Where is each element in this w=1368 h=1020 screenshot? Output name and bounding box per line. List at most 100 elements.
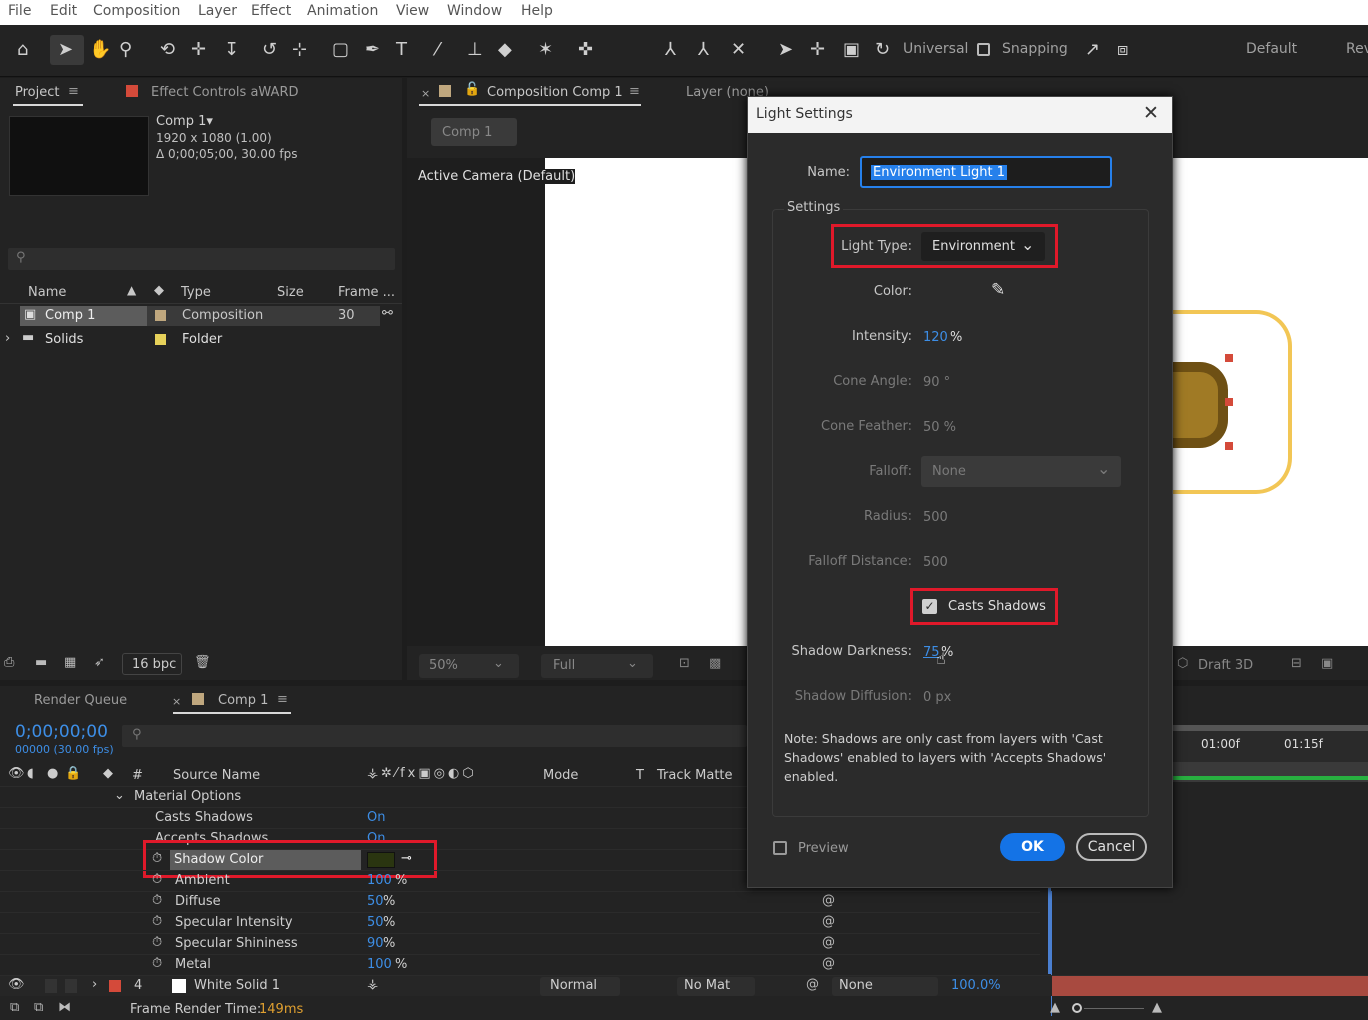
- prop-value[interactable]: 90: [367, 936, 384, 951]
- dolly-camera-icon[interactable]: ↧: [224, 38, 239, 62]
- brush-tool-icon[interactable]: ⁄: [436, 38, 439, 62]
- label-color[interactable]: [109, 980, 121, 992]
- zoom-tool-icon[interactable]: ⚲: [119, 38, 132, 62]
- hand-tool-icon[interactable]: ✋: [89, 38, 111, 62]
- lock-toggle[interactable]: [65, 979, 77, 993]
- stopwatch-icon[interactable]: ⏱: [152, 935, 162, 950]
- new-folder-icon[interactable]: ▬: [35, 655, 47, 670]
- expression-icon[interactable]: @: [822, 914, 835, 929]
- expand-arrow-icon[interactable]: ›: [92, 977, 97, 992]
- anchor-tool-icon[interactable]: ⊹: [292, 38, 307, 62]
- graph-editor-icon[interactable]: ⧓: [58, 1000, 71, 1015]
- expression-icon[interactable]: @: [822, 935, 835, 950]
- gizmo-scale-icon[interactable]: ▣: [843, 38, 860, 62]
- prop-value[interactable]: On: [367, 810, 385, 825]
- snapping-label[interactable]: Snapping: [1002, 41, 1068, 57]
- cancel-button[interactable]: Cancel: [1076, 833, 1147, 861]
- rectangle-tool-icon[interactable]: ▢: [332, 38, 349, 62]
- menu-animation[interactable]: Animation: [307, 3, 378, 19]
- stretch-value[interactable]: 100.0%: [951, 978, 1001, 993]
- flowchart-icon[interactable]: ⚯: [382, 306, 393, 321]
- layer-row-white-solid[interactable]: 👁 › 4 White Solid 1 ⚶ Normal No Mat @ No…: [0, 975, 1368, 996]
- pen-tool-icon[interactable]: ✒: [365, 38, 380, 62]
- close-tab-icon[interactable]: ×: [421, 87, 430, 100]
- prop-value[interactable]: 100: [367, 873, 392, 888]
- menu-edit[interactable]: Edit: [50, 3, 77, 19]
- col-source-name[interactable]: Source Name: [173, 768, 260, 783]
- col-mode[interactable]: Mode: [543, 768, 578, 783]
- axis-view-icon[interactable]: ✕: [731, 38, 746, 62]
- lock-icon[interactable]: 🔒: [65, 766, 81, 781]
- label-color[interactable]: [155, 310, 166, 321]
- project-item-solids[interactable]: › ▬ Solids Folder: [0, 330, 380, 351]
- selection-tool-icon[interactable]: ➤: [58, 38, 73, 62]
- visibility-icon[interactable]: 👁: [8, 977, 25, 992]
- col-name[interactable]: Name: [28, 285, 66, 300]
- label-tag-icon[interactable]: ◆: [154, 283, 164, 298]
- intensity-value[interactable]: 120: [923, 330, 948, 345]
- draft-3d-icon[interactable]: ⬡: [1177, 656, 1188, 671]
- project-search-input[interactable]: [8, 248, 395, 270]
- panel-menu-icon[interactable]: ≡: [629, 84, 640, 99]
- visibility-icon[interactable]: 👁: [8, 766, 25, 781]
- home-icon[interactable]: ⌂: [17, 38, 28, 62]
- snapping-checkbox[interactable]: [977, 43, 990, 56]
- handle-top[interactable]: [1225, 354, 1233, 362]
- tab-comp[interactable]: Comp 1: [218, 693, 268, 708]
- shy-switch-icon[interactable]: ⚶: [367, 977, 378, 992]
- menu-help[interactable]: Help: [521, 3, 553, 19]
- gizmo-select-icon[interactable]: ➤: [778, 38, 793, 62]
- parent-pickwhip-icon[interactable]: @: [806, 977, 819, 992]
- comp-mini-flowchart-icon[interactable]: ⧉: [10, 1000, 19, 1015]
- layer-duration-bar[interactable]: [1052, 976, 1368, 996]
- prop-value[interactable]: 50: [367, 894, 384, 909]
- panel-menu-icon[interactable]: ≡: [277, 692, 288, 707]
- prop-value[interactable]: 100: [367, 957, 392, 972]
- menu-file[interactable]: File: [8, 3, 31, 19]
- puppet-pin-icon[interactable]: ✜: [578, 38, 593, 62]
- prop-specular-shininess[interactable]: ⏱ Specular Shininess 90 % @: [0, 933, 1040, 954]
- motion-blur-icon[interactable]: ⧉: [34, 1000, 43, 1015]
- current-timecode[interactable]: 0;00;00;00: [15, 722, 108, 742]
- stopwatch-icon[interactable]: ⏱: [152, 914, 162, 929]
- label-tag-icon[interactable]: ◆: [103, 766, 113, 781]
- expression-icon[interactable]: @: [822, 893, 835, 908]
- collapse-arrow-icon[interactable]: ⌄: [114, 788, 125, 803]
- preview-label[interactable]: Preview: [798, 841, 849, 856]
- clone-stamp-icon[interactable]: ⊥: [467, 38, 483, 62]
- handle-bottom[interactable]: [1225, 442, 1233, 450]
- stopwatch-icon[interactable]: ⏱: [152, 956, 162, 971]
- close-icon[interactable]: ✕: [1143, 102, 1159, 124]
- workspace-review[interactable]: Rev: [1346, 41, 1368, 57]
- transparency-grid-icon[interactable]: ▩: [709, 656, 721, 671]
- zoom-out-icon[interactable]: ▲: [1050, 1000, 1060, 1015]
- gizmo-rotate-icon[interactable]: ↻: [875, 38, 890, 62]
- type-tool-icon[interactable]: T: [396, 38, 407, 62]
- stopwatch-icon[interactable]: ⏱: [152, 893, 162, 908]
- draft-3d-label[interactable]: Draft 3D: [1198, 658, 1253, 673]
- eyedropper-icon[interactable]: ✎: [991, 280, 1005, 300]
- col-size[interactable]: Size: [277, 285, 304, 300]
- tab-effect-controls[interactable]: Effect Controls aWARD: [151, 85, 299, 100]
- zoom-slider-handle[interactable]: [1072, 1003, 1082, 1013]
- col-type[interactable]: Type: [181, 285, 211, 300]
- preview-checkbox[interactable]: [773, 841, 787, 855]
- orbit-camera-icon[interactable]: ⟲: [160, 38, 175, 62]
- expand-arrow-icon[interactable]: ›: [5, 331, 10, 346]
- prop-metal[interactable]: ⏱ Metal 100 % @: [0, 954, 1040, 975]
- prop-specular-intensity[interactable]: ⏱ Specular Intensity 50 % @: [0, 912, 1040, 933]
- comp-name[interactable]: Comp 1▾: [156, 114, 213, 129]
- fast-preview-icon[interactable]: ⊡: [679, 656, 690, 671]
- snap-options-icon[interactable]: ↗: [1085, 38, 1100, 62]
- tab-composition[interactable]: Composition Comp 1: [487, 85, 623, 100]
- prop-diffuse[interactable]: ⏱ Diffuse 50 % @: [0, 891, 1040, 912]
- gizmo-move-icon[interactable]: ✛: [810, 38, 825, 62]
- prop-value[interactable]: 50: [367, 915, 384, 930]
- interpret-footage-icon[interactable]: ⎙: [4, 655, 14, 670]
- menu-effect[interactable]: Effect: [251, 3, 291, 19]
- zoom-in-icon[interactable]: ▲: [1152, 1000, 1162, 1015]
- extended-viewer-icon[interactable]: ▣: [1321, 656, 1333, 671]
- handle-mid[interactable]: [1225, 398, 1233, 406]
- tab-render-queue[interactable]: Render Queue: [34, 693, 127, 708]
- close-tab-icon[interactable]: ×: [172, 695, 181, 708]
